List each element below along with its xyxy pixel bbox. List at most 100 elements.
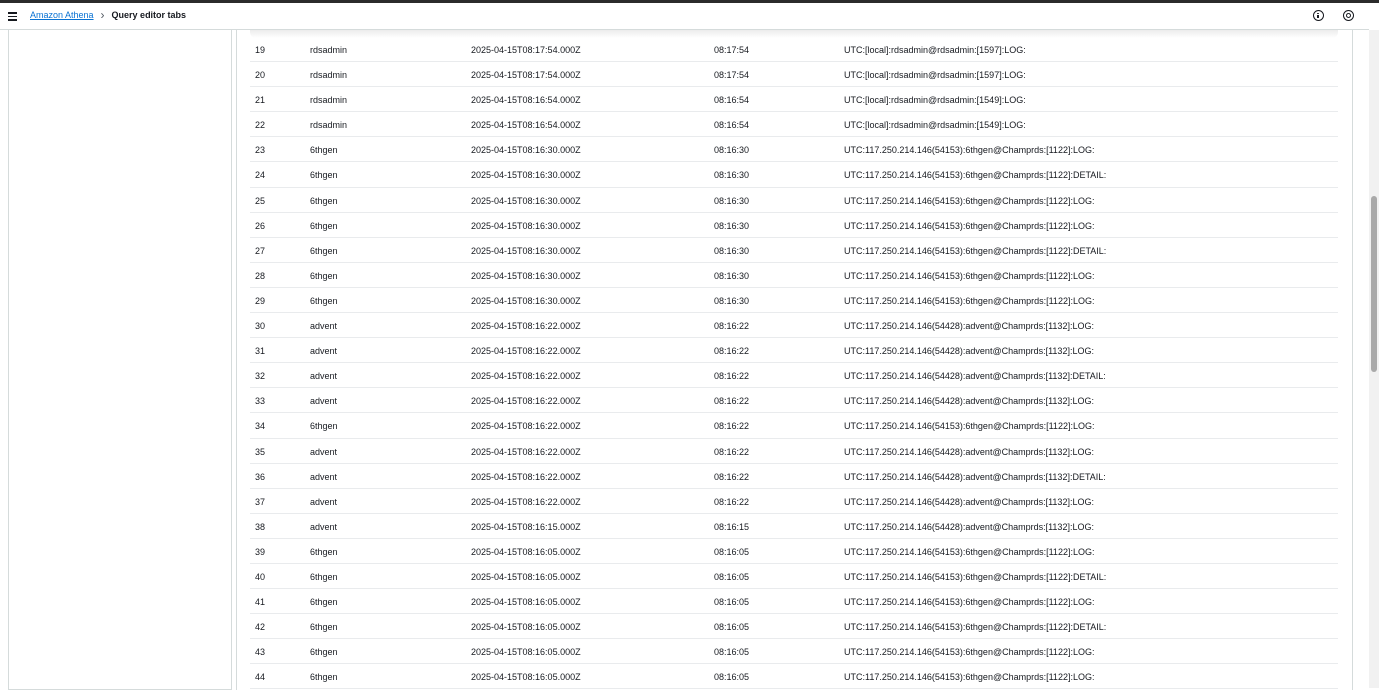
log-message-cell: UTC:117.250.214.146(54153):6thgen@Champr…: [844, 571, 1107, 582]
breadcrumb-current-page: Query editor tabs: [111, 10, 187, 20]
table-row[interactable]: 21 rdsadmin 2025-04-15T08:16:54.000Z 08:16:…: [250, 87, 1338, 113]
timestamp-cell: 2025-04-15T08:16:05.000Z: [471, 622, 581, 633]
log-message-cell: UTC:117.250.214.146(54428):advent@Champr…: [844, 396, 1094, 407]
user-cell: 6thgen: [310, 170, 338, 181]
user-cell: advent: [310, 496, 338, 507]
table-row[interactable]: 20 rdsadmin 2025-04-15T08:17:54.000Z 08:17:…: [250, 62, 1338, 88]
user-cell: advent: [310, 446, 338, 457]
table-row[interactable]: 22 rdsadmin 2025-04-15T08:16:54.000Z 08:16:…: [250, 112, 1338, 138]
user-cell: rdsadmin: [310, 45, 348, 55]
settings-icon[interactable]: [1343, 10, 1354, 21]
time-cell: 08:16:05: [714, 571, 750, 582]
timestamp-cell: 2025-04-15T08:16:22.000Z: [471, 421, 581, 432]
timestamp-cell: 2025-04-15T08:16:22.000Z: [471, 346, 581, 357]
user-cell: advent: [310, 521, 338, 532]
time-cell: 08:16:30: [714, 195, 750, 206]
top-navigation-bar: Amazon Athena › Query editor tabs: [0, 3, 1369, 30]
log-message-cell: UTC:117.250.214.146(54428):advent@Champr…: [844, 496, 1094, 507]
timestamp-cell: 2025-04-15T08:16:22.000Z: [471, 371, 581, 382]
row-number-cell: 32: [255, 371, 266, 382]
time-cell: 08:16:15: [714, 521, 750, 532]
row-number-cell: 22: [255, 120, 266, 131]
user-cell: 6thgen: [310, 295, 338, 306]
hamburger-menu-icon[interactable]: [6, 9, 20, 23]
timestamp-cell: 2025-04-15T08:16:54.000Z: [471, 95, 581, 106]
user-cell: rdsadmin: [310, 120, 348, 131]
row-number-cell: 28: [255, 270, 266, 281]
log-message-cell: UTC:117.250.214.146(54428):advent@Champr…: [844, 346, 1094, 357]
table-row[interactable]: 39 6thgen 2025-04-15T08:16:05.000Z 08:16:05…: [250, 539, 1338, 564]
log-message-cell: UTC:[local]:rdsadmin@rdsadmin:[1549]:LOG…: [844, 120, 1026, 131]
table-row[interactable]: 35 advent 2025-04-15T08:16:22.000Z 08:16:22…: [250, 439, 1338, 464]
row-number-cell: 31: [255, 346, 266, 357]
row-number-cell: 25: [255, 195, 266, 206]
log-message-cell: UTC:117.250.214.146(54428):advent@Champr…: [844, 521, 1094, 532]
table-row[interactable]: 25 6thgen 2025-04-15T08:16:30.000Z 08:16:30…: [250, 188, 1338, 213]
time-cell: 08:16:05: [714, 597, 750, 608]
user-cell: rdsadmin: [310, 95, 348, 106]
timestamp-cell: 2025-04-15T08:17:54.000Z: [471, 45, 581, 55]
user-cell: 6thgen: [310, 597, 338, 608]
user-cell: 6thgen: [310, 647, 338, 658]
timestamp-cell: 2025-04-15T08:16:05.000Z: [471, 672, 581, 683]
log-message-cell: UTC:117.250.214.146(54428):advent@Champr…: [844, 371, 1106, 382]
time-cell: 08:16:05: [714, 546, 750, 557]
row-number-cell: 35: [255, 446, 266, 457]
log-message-cell: UTC:[local]:rdsadmin@rdsadmin:[1597]:LOG…: [844, 45, 1026, 55]
timestamp-cell: 2025-04-15T08:16:22.000Z: [471, 446, 581, 457]
time-cell: 08:16:30: [714, 270, 750, 281]
table-row[interactable]: 24 6thgen 2025-04-15T08:16:30.000Z 08:16:30…: [250, 162, 1338, 188]
user-cell: 6thgen: [310, 245, 338, 256]
time-cell: 08:17:54: [714, 70, 750, 81]
log-message-cell: UTC:117.250.214.146(54153):6thgen@Champr…: [844, 145, 1095, 156]
table-row[interactable]: 36 advent 2025-04-15T08:16:22.000Z 08:16:22…: [250, 464, 1338, 489]
table-row[interactable]: 26 6thgen 2025-04-15T08:16:30.000Z 08:16:30…: [250, 213, 1338, 238]
row-number-cell: 23: [255, 145, 266, 156]
table-row[interactable]: 40 6thgen 2025-04-15T08:16:05.000Z 08:16:05…: [250, 564, 1338, 590]
row-number-cell: 38: [255, 521, 266, 532]
time-cell: 08:16:30: [714, 170, 750, 181]
table-row[interactable]: 30 advent 2025-04-15T08:16:22.000Z 08:16:22…: [250, 313, 1338, 339]
vertical-scrollbar[interactable]: [1369, 30, 1379, 688]
table-row[interactable]: 28 6thgen 2025-04-15T08:16:30.000Z 08:16:30…: [250, 263, 1338, 288]
log-message-cell: UTC:117.250.214.146(54428):advent@Champr…: [844, 446, 1094, 457]
table-row[interactable]: 32 advent 2025-04-15T08:16:22.000Z 08:16:22…: [250, 363, 1338, 389]
timestamp-cell: 2025-04-15T08:16:30.000Z: [471, 270, 581, 281]
log-message-cell: UTC:117.250.214.146(54428):advent@Champr…: [844, 321, 1094, 332]
table-row[interactable]: 38 advent 2025-04-15T08:16:15.000Z 08:16:15…: [250, 514, 1338, 539]
user-cell: 6thgen: [310, 270, 338, 281]
table-row[interactable]: 23 6thgen 2025-04-15T08:16:30.000Z 08:16:30…: [250, 137, 1338, 163]
table-row[interactable]: 34 6thgen 2025-04-15T08:16:22.000Z 08:16:22…: [250, 413, 1338, 439]
table-row[interactable]: 43 6thgen 2025-04-15T08:16:05.000Z 08:16:05…: [250, 639, 1338, 665]
user-cell: 6thgen: [310, 220, 338, 231]
table-row[interactable]: 42 6thgen 2025-04-15T08:16:05.000Z 08:16:05…: [250, 614, 1338, 640]
info-icon[interactable]: [1313, 10, 1324, 21]
row-number-cell: 40: [255, 571, 266, 582]
table-row[interactable]: 31 advent 2025-04-15T08:16:22.000Z 08:16:22…: [250, 338, 1338, 364]
timestamp-cell: 2025-04-15T08:16:22.000Z: [471, 396, 581, 407]
row-number-cell: 36: [255, 471, 266, 482]
table-row[interactable]: 19 rdsadmin 2025-04-15T08:17:54.000Z 08:17:…: [250, 37, 1338, 63]
time-cell: 08:16:05: [714, 622, 750, 633]
row-number-cell: 39: [255, 546, 266, 557]
row-number-cell: 42: [255, 622, 266, 633]
table-row[interactable]: 33 advent 2025-04-15T08:16:22.000Z 08:16:22…: [250, 388, 1338, 414]
time-cell: 08:16:22: [714, 496, 750, 507]
timestamp-cell: 2025-04-15T08:16:05.000Z: [471, 647, 581, 658]
table-row[interactable]: 37 advent 2025-04-15T08:16:22.000Z 08:16:22…: [250, 489, 1338, 514]
user-cell: advent: [310, 321, 338, 332]
timestamp-cell: 2025-04-15T08:17:54.000Z: [471, 70, 581, 81]
timestamp-cell: 2025-04-15T08:16:54.000Z: [471, 120, 581, 131]
table-row[interactable]: 29 6thgen 2025-04-15T08:16:30.000Z 08:16:30…: [250, 288, 1338, 314]
scrollbar-thumb[interactable]: [1371, 196, 1377, 372]
breadcrumb-link-amazon-athena[interactable]: Amazon Athena: [30, 10, 94, 20]
time-cell: 08:16:30: [714, 245, 750, 256]
table-row[interactable]: 41 6thgen 2025-04-15T08:16:05.000Z 08:16:05…: [250, 589, 1338, 615]
time-cell: 08:16:22: [714, 346, 750, 357]
table-row[interactable]: 27 6thgen 2025-04-15T08:16:30.000Z 08:16:30…: [250, 238, 1338, 263]
timestamp-cell: 2025-04-15T08:16:22.000Z: [471, 321, 581, 332]
time-cell: 08:16:30: [714, 295, 750, 306]
table-row[interactable]: 44 6thgen 2025-04-15T08:16:05.000Z 08:16:05…: [250, 664, 1338, 690]
user-cell: rdsadmin: [310, 70, 348, 81]
user-cell: advent: [310, 371, 338, 382]
